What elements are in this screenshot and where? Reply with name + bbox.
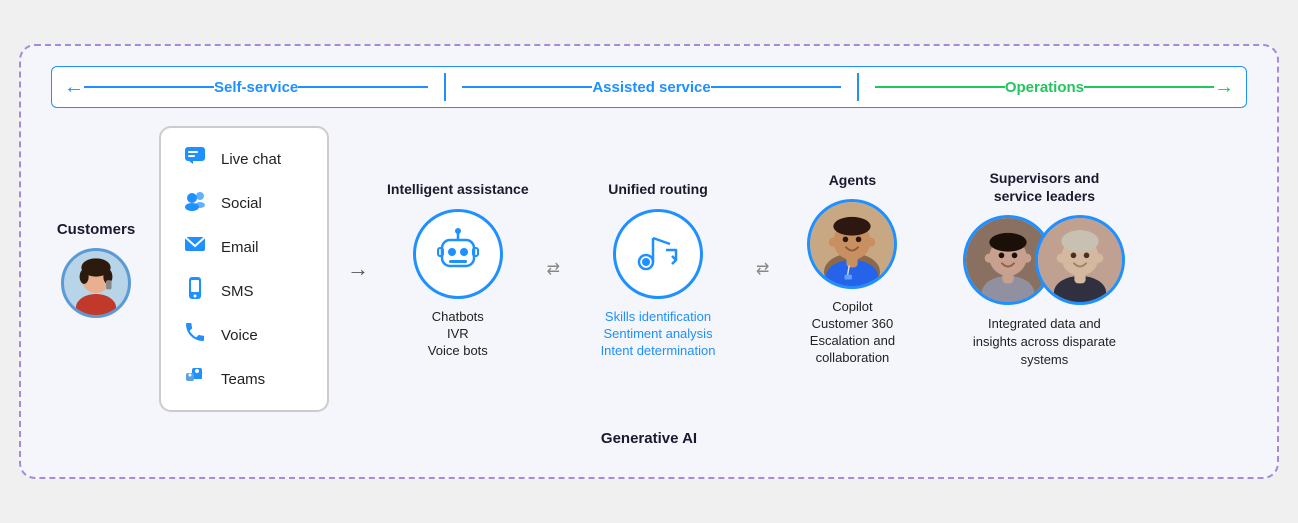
- customer-avatar-svg: [64, 248, 128, 318]
- agents-title: Agents: [829, 171, 876, 189]
- voice-icon: [181, 320, 209, 350]
- divider1: [444, 73, 446, 101]
- bottom-generative-ai-label: Generative AI: [51, 430, 1247, 447]
- supervisors-label-0: Integrated data and insights across disp…: [969, 315, 1119, 370]
- double-arrows-1: ⇄: [547, 259, 560, 279]
- voice-label: Voice: [221, 327, 258, 344]
- supervisors-title: Supervisors and service leaders: [964, 169, 1124, 205]
- channel-live-chat: Live chat: [181, 144, 307, 174]
- channel-email: Email: [181, 232, 307, 262]
- sms-icon: [181, 276, 209, 306]
- social-label: Social: [221, 195, 262, 212]
- self-service-label: Self-service: [214, 79, 298, 96]
- routing-label-0: Skills identification: [605, 309, 711, 324]
- agents-label-2: Escalation and collaboration: [792, 333, 912, 367]
- unified-routing-title: Unified routing: [608, 180, 708, 198]
- ops-line2: [1084, 86, 1214, 88]
- intelligent-label-1: IVR: [447, 326, 469, 341]
- live-chat-icon: [181, 144, 209, 174]
- channel-sms: SMS: [181, 276, 307, 306]
- channel-voice: Voice: [181, 320, 307, 350]
- customer-avatar: [61, 248, 131, 318]
- double-arrows-2: ⇄: [756, 259, 769, 279]
- supervisors-column: Supervisors and service leaders: [963, 169, 1125, 370]
- agents-label-0: Copilot: [832, 299, 872, 314]
- top-bar: ← Self-service Assisted service Operatio…: [51, 66, 1247, 108]
- customers-column: Customers: [51, 221, 141, 318]
- self-service-line2: [298, 86, 428, 88]
- intelligent-assistance-labels: Chatbots IVR Voice bots: [428, 309, 488, 358]
- email-icon: [181, 232, 209, 262]
- live-chat-label: Live chat: [221, 151, 281, 168]
- channels-list: Live chat Social Emai: [159, 126, 329, 412]
- supervisor2-avatar-svg: [1038, 218, 1122, 302]
- routing-label-1: Sentiment analysis: [603, 326, 712, 341]
- unified-routing-labels: Skills identification Sentiment analysis…: [601, 309, 716, 358]
- self-service-line: [84, 86, 214, 88]
- intelligent-label-2: Voice bots: [428, 343, 488, 358]
- assisted-service-label: Assisted service: [592, 79, 710, 96]
- unified-routing-column: Unified routing Skills identification Se…: [578, 180, 738, 357]
- channel-teams: Teams: [181, 364, 307, 394]
- arrow-right-1: ⇄: [547, 259, 560, 279]
- agent-avatar-svg: [810, 202, 894, 286]
- channel-social: Social: [181, 188, 307, 218]
- intelligent-assistance-column: Intelligent assistance: [387, 180, 529, 357]
- unified-routing-circle: [613, 209, 703, 299]
- self-service-left-arrow: ←: [64, 76, 84, 99]
- agents-labels: Copilot Customer 360 Escalation and coll…: [792, 299, 912, 367]
- divider2: [857, 73, 859, 101]
- social-icon: [181, 188, 209, 218]
- intelligent-assistance-title: Intelligent assistance: [387, 180, 529, 198]
- teams-icon: [181, 364, 209, 394]
- supervisors-labels: Integrated data and insights across disp…: [969, 315, 1119, 370]
- customers-label: Customers: [57, 221, 135, 238]
- intelligent-label-0: Chatbots: [432, 309, 484, 324]
- bot-icon: [430, 226, 486, 282]
- agents-column: Agents: [787, 171, 917, 367]
- operations-label: Operations: [1005, 79, 1084, 96]
- assisted-line2: [711, 86, 841, 88]
- supervisors-avatars: [963, 215, 1125, 305]
- intelligent-assistance-circle: [413, 209, 503, 299]
- diagram-container: ← Self-service Assisted service Operatio…: [19, 44, 1279, 479]
- arrow-right-2: ⇄: [756, 259, 769, 279]
- routing-icon: [630, 226, 686, 282]
- ops-right-arrow: →: [1214, 76, 1234, 99]
- main-content: Customers: [51, 126, 1247, 412]
- sms-label: SMS: [221, 283, 254, 300]
- ops-line1: [875, 86, 1005, 88]
- arrow-to-intelligent: →: [347, 256, 369, 282]
- assisted-line1: [462, 86, 592, 88]
- agents-circle: [807, 199, 897, 289]
- email-label: Email: [221, 239, 259, 256]
- supervisor2-circle: [1035, 215, 1125, 305]
- teams-label: Teams: [221, 371, 265, 388]
- routing-label-2: Intent determination: [601, 343, 716, 358]
- agents-label-1: Customer 360: [812, 316, 894, 331]
